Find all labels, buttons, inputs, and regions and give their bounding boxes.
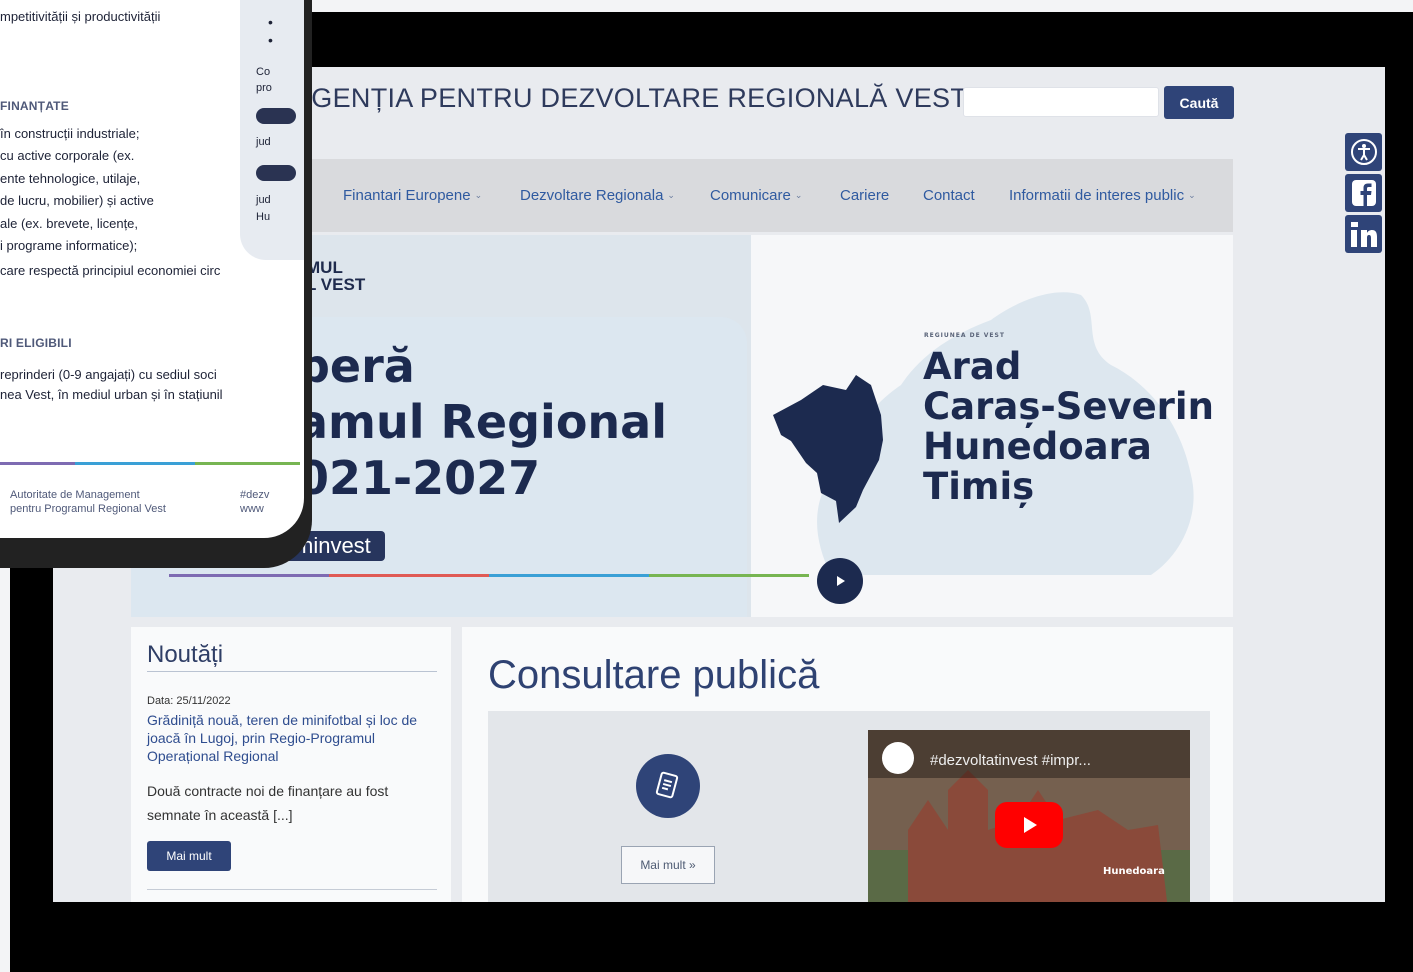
site-title[interactable]: AGENȚIA PENTRU DEZVOLTARE REGIONALĂ VEST	[293, 83, 967, 114]
footer-text: #dezv	[240, 489, 270, 501]
footer-text: pentru Programul Regional Vest	[10, 503, 166, 515]
nav-item-informatii[interactable]: Informatii de interes public ⌄	[1009, 187, 1196, 204]
nav-item-contact[interactable]: Contact	[923, 187, 975, 204]
phone-text: i programe informatice);	[0, 238, 138, 253]
consultation-section: Consultare publică Mai mult » #dezvoltat…	[462, 627, 1233, 902]
video-location: Hunedoara	[1103, 866, 1165, 877]
phone-heading: FINANȚATE	[0, 99, 69, 113]
accessibility-button[interactable]	[1345, 133, 1382, 171]
phone-screen: mpetitivității și productivității FINANȚ…	[0, 0, 304, 538]
news-title: Noutăți	[147, 641, 224, 668]
toggle-pill	[256, 165, 296, 181]
phone-heading: RI ELIGIBILI	[0, 336, 72, 350]
nav-item-dezvoltare[interactable]: Dezvoltare Regionala ⌄	[520, 187, 675, 204]
play-icon	[1024, 817, 1037, 833]
phone-divider	[0, 462, 300, 465]
hero-line: peră	[297, 339, 415, 393]
footer-text: Autoritate de Management	[10, 489, 140, 501]
brand-line: L VEST	[306, 275, 366, 294]
play-button[interactable]	[817, 558, 863, 604]
youtube-play-button[interactable]	[995, 802, 1063, 848]
hero-line: 021-2027	[297, 451, 541, 505]
nav-label: Finantari Europene	[343, 187, 471, 204]
nav-label: Informatii de interes public	[1009, 187, 1185, 204]
phone-card-text: jud	[256, 194, 271, 206]
chevron-down-icon: ⌄	[1188, 190, 1196, 200]
facebook-link[interactable]	[1345, 174, 1382, 212]
nav-label: Contact	[923, 187, 975, 204]
phone-text: în construcții industriale;	[0, 126, 140, 141]
county: Timiș	[923, 465, 1035, 508]
hero-divider	[169, 574, 809, 577]
news-date: Data: 25/11/2022	[147, 695, 231, 707]
video-embed[interactable]: #dezvoltatinvest #impr... Hunedoara	[868, 730, 1190, 902]
consultation-more-button[interactable]: Mai mult »	[621, 846, 715, 884]
search-button[interactable]: Caută	[1164, 86, 1234, 119]
bullet: •	[268, 14, 273, 30]
nav-item-comunicare[interactable]: Comunicare ⌄	[710, 187, 802, 204]
nav-item-cariere[interactable]: Cariere	[840, 187, 889, 204]
phone-text: nea Vest, în mediul urban și în stațiuni…	[0, 387, 223, 402]
phone-card-text: jud	[256, 136, 271, 148]
county: Arad	[923, 345, 1022, 388]
video-title: #dezvoltatinvest #impr...	[930, 752, 1091, 769]
county: Caraș-Severin	[923, 385, 1214, 428]
county-list: Arad Caraș-Severin Hunedoara Timiș	[923, 347, 1214, 507]
hero-line: amul Regional	[297, 395, 667, 449]
chevron-down-icon: ⌄	[474, 190, 483, 200]
county: Hunedoara	[923, 425, 1152, 468]
consultation-box: Mai mult » #dezvoltatinvest #impr... Hun…	[488, 711, 1210, 902]
chevron-down-icon: ⌄	[794, 190, 803, 200]
chevron-down-icon: ⌄	[667, 190, 675, 200]
toggle-pill	[256, 108, 296, 124]
news-more-button[interactable]: Mai mult	[147, 841, 231, 871]
nav-label: Comunicare	[710, 187, 791, 204]
document-icon	[636, 754, 700, 818]
hero-brand: MUL L VEST	[306, 259, 365, 293]
phone-card-text: pro	[256, 82, 272, 94]
accessibility-icon	[1350, 139, 1377, 165]
linkedin-icon	[1350, 222, 1377, 247]
region-tag: REGIUNEA DE VEST	[924, 332, 1005, 339]
phone-card-text: Hu	[256, 211, 271, 223]
footer-text: www	[240, 503, 264, 515]
phone-card-text: Co	[256, 66, 271, 78]
phone-text: de lucru, mobilier) și active	[0, 193, 154, 208]
hero-map-panel: REGIUNEA DE VEST Arad Caraș-Severin Hune…	[751, 235, 1233, 617]
phone-text: reprinderi (0-9 angajați) cu sediul soci	[0, 367, 217, 382]
linkedin-link[interactable]	[1345, 215, 1382, 253]
brand-line: MUL	[306, 258, 343, 277]
news-widget: Noutăți Data: 25/11/2022 Grădiniță nouă,…	[131, 627, 451, 902]
facebook-icon	[1351, 180, 1376, 206]
nav-label: Cariere	[840, 187, 890, 204]
divider	[147, 889, 437, 890]
phone-text: care respectă principiul economiei circ	[0, 263, 221, 278]
divider	[147, 671, 437, 672]
news-headline-link[interactable]: Grădiniță nouă, teren de minifotbal și l…	[147, 711, 437, 765]
nav-label: Dezvoltare Regionala	[520, 187, 664, 204]
phone-text: ente tehnologice, utilaje,	[0, 171, 141, 186]
phone-text: mpetitivității și productivității	[0, 9, 161, 24]
bullet: •	[268, 32, 273, 48]
play-icon	[837, 576, 845, 586]
search-input[interactable]	[963, 87, 1159, 117]
section-title: Consultare publică	[488, 653, 820, 697]
news-excerpt: Două contracte noi de finanțare au fost …	[147, 783, 389, 823]
phone-text: cu active corporale (ex.	[0, 148, 135, 163]
phone-text: ale (ex. brevete, licențe,	[0, 216, 139, 231]
nav-item-finantari[interactable]: Finantari Europene ⌄	[343, 187, 482, 204]
